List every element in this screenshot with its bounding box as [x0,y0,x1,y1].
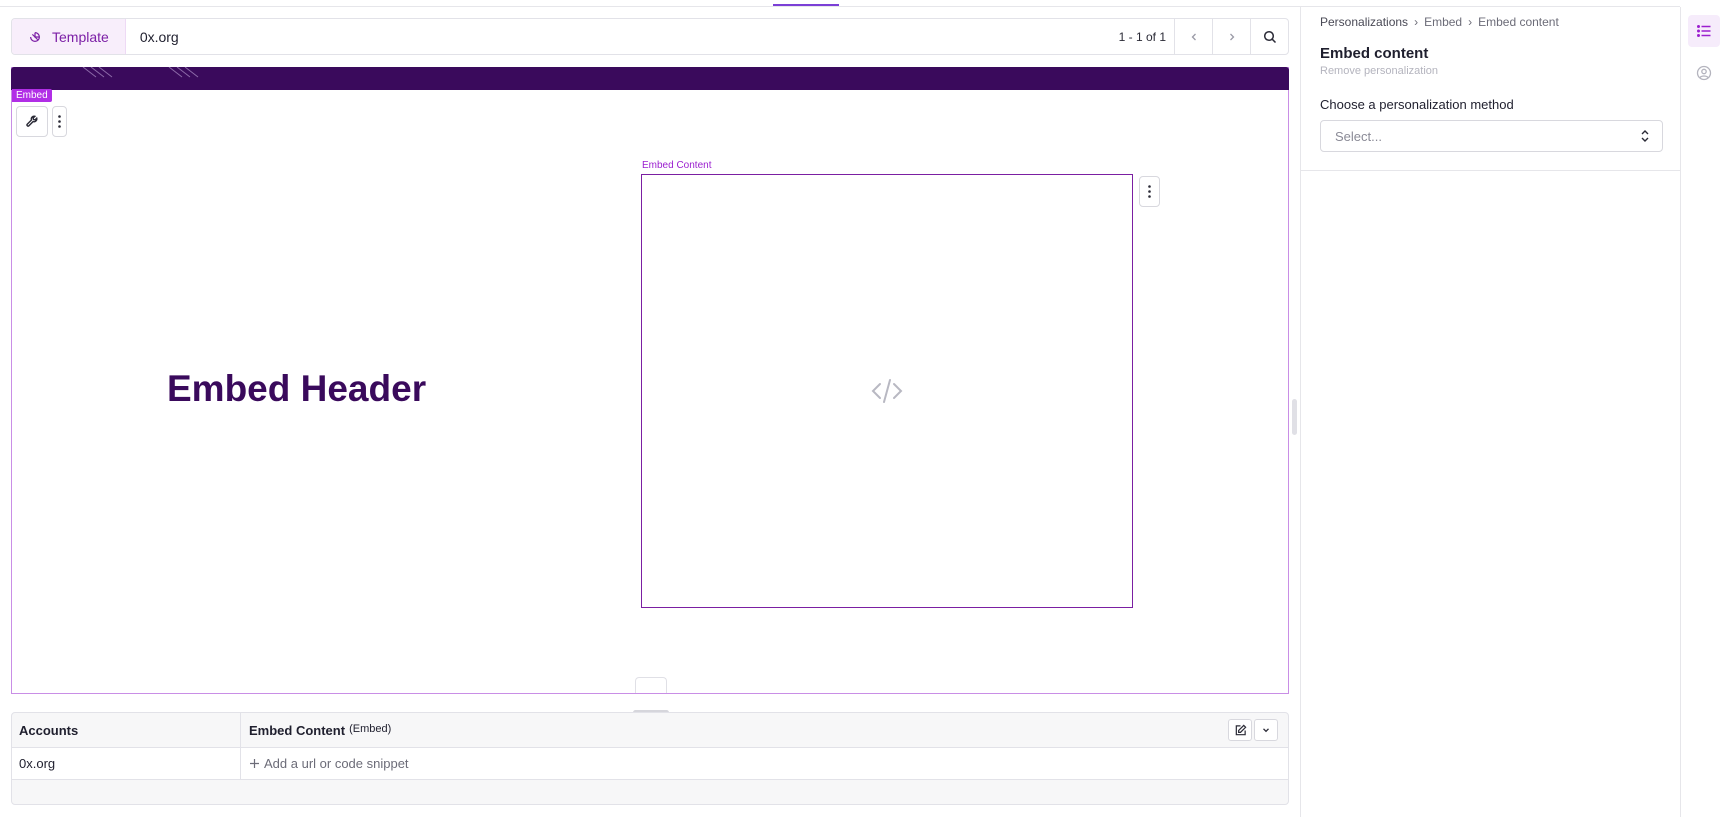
top-tab-indicator [773,4,839,6]
edit-icon [1235,724,1246,735]
embed-header-text[interactable]: Embed Header [167,368,426,410]
pager-count: 1 - 1 of 1 [1118,29,1166,44]
table-header: Accounts Embed Content (Embed) [12,713,1288,748]
plus-icon [250,759,259,768]
prev-record-button[interactable] [1174,19,1212,54]
wrench-icon [25,115,37,127]
rail-personalization-button[interactable] [1688,57,1720,89]
chevron-down-icon [1263,728,1269,733]
column-header-embed-content: Embed Content (Embed) [241,713,1228,747]
template-icon [30,31,40,42]
table-row[interactable]: 0x.org Add a url or code snippet [12,748,1288,780]
cell-embed-content[interactable]: Add a url or code snippet [241,748,1288,779]
add-block-handle[interactable] [635,677,667,693]
search-icon [1263,30,1276,43]
panel-resize-handle[interactable] [1292,399,1297,435]
chevron-right-icon [1229,33,1234,40]
code-icon [871,379,903,403]
template-button[interactable]: Template [12,19,126,54]
breadcrumb-separator: › [1468,15,1473,29]
column-header-accounts: Accounts [12,713,241,747]
app-root: Template 0x.org 1 - 1 of 1 Embed Embed H… [0,0,1726,817]
rail-list-button[interactable] [1688,15,1720,47]
embed-block-canvas[interactable]: Embed Embed Header Embed Content [11,67,1289,694]
embed-content-more-button[interactable] [1139,176,1160,207]
block-more-button[interactable] [52,106,67,137]
cell-account: 0x.org [12,748,241,779]
edit-column-button[interactable] [1228,719,1252,741]
remove-personalization-link[interactable]: Remove personalization [1320,65,1438,77]
search-button[interactable] [1250,19,1288,54]
method-select-value: Select... [1335,128,1382,144]
block-settings-button[interactable] [16,106,48,137]
editor-pane: Template 0x.org 1 - 1 of 1 Embed Embed H… [0,7,1300,817]
method-label: Choose a personalization method [1320,97,1514,112]
next-record-button[interactable] [1212,19,1250,54]
block-tools [16,106,67,137]
record-toolbar: Template 0x.org 1 - 1 of 1 [11,18,1289,55]
record-search-input[interactable]: 0x.org [126,29,1119,45]
kebab-icon [1148,185,1151,198]
right-rail [1680,7,1726,817]
column-header-label: Embed Content [249,722,346,738]
list-icon [1697,25,1711,37]
add-snippet-link[interactable]: Add a url or code snippet [249,756,409,771]
canvas-banner [11,67,1289,90]
column-actions [1228,713,1288,747]
breadcrumb-personalizations[interactable]: Personalizations [1320,15,1408,29]
column-type-badge: (Embed) [349,723,392,735]
breadcrumb: Personalizations › Embed › Embed content [1320,15,1559,29]
template-label: Template [52,28,109,45]
chevron-left-icon [1191,33,1196,40]
embed-content-label: Embed Content [642,160,712,171]
panel-divider [1301,170,1681,171]
method-select[interactable]: Select... [1320,120,1663,152]
user-circle-icon [1696,65,1712,81]
panel-title: Embed content [1320,45,1429,62]
kebab-icon [58,115,61,128]
embed-content-box[interactable] [641,174,1133,608]
column-menu-button[interactable] [1254,719,1278,741]
breadcrumb-separator: › [1414,15,1419,29]
chevron-up-down-icon [1641,130,1649,142]
personalization-panel: Personalizations › Embed › Embed content… [1300,7,1681,817]
breadcrumb-embed-content: Embed content [1478,15,1559,29]
embed-block-tag: Embed [12,89,52,102]
banner-pattern [82,67,199,78]
add-snippet-label: Add a url or code snippet [264,756,409,771]
breadcrumb-embed[interactable]: Embed [1424,15,1462,29]
personalization-table: Accounts Embed Content (Embed) 0x.org Ad… [11,712,1289,805]
